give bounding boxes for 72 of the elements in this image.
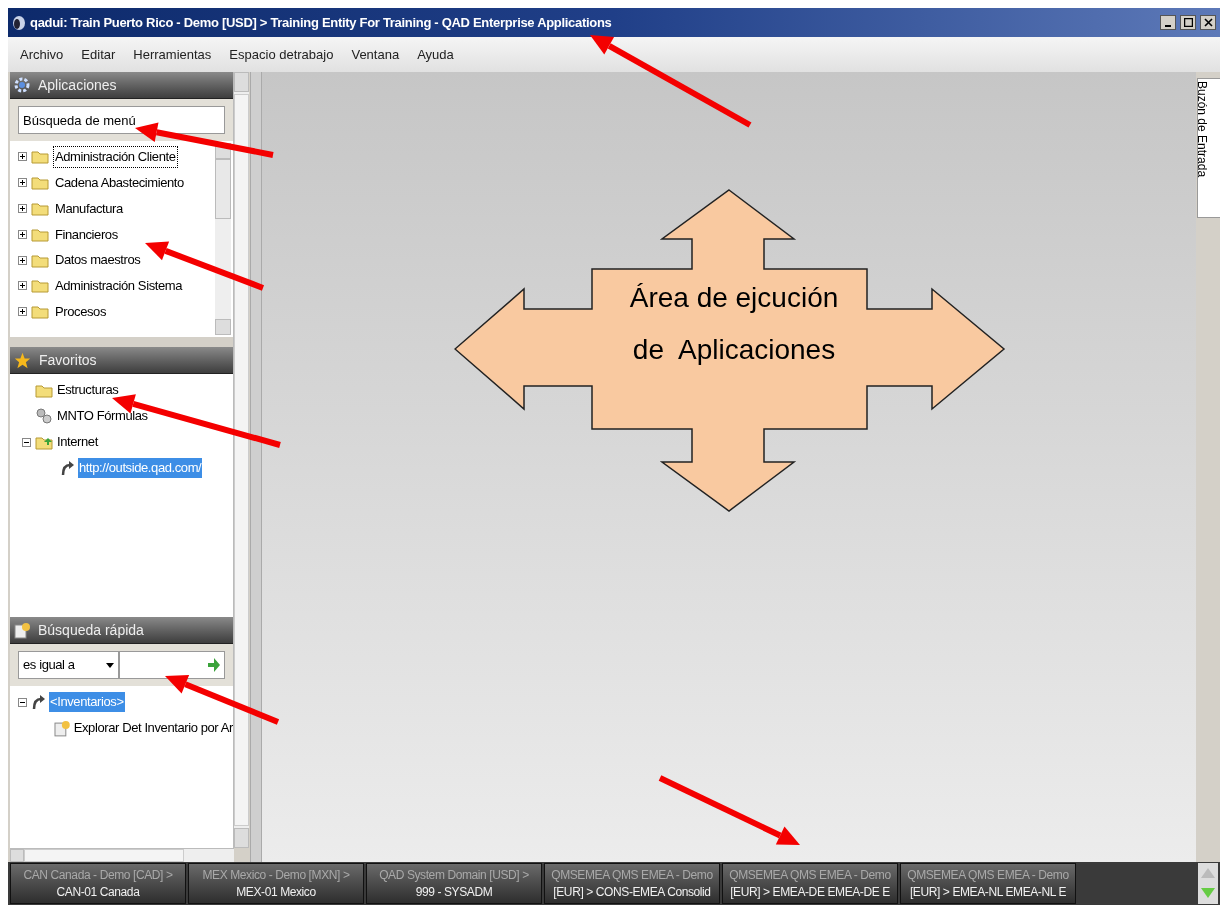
- gears-icon: [35, 408, 53, 424]
- folder-icon: [31, 175, 49, 191]
- expand-icon[interactable]: [18, 152, 27, 162]
- favorite-item[interactable]: Internet: [57, 432, 98, 452]
- tree-item[interactable]: Procesos: [53, 300, 108, 323]
- window-title: qadui: Train Puerto Rico - Demo [USD] > Training Entity For Training - QAD Enterprise Applications: [30, 13, 612, 32]
- go-arrow-icon: [208, 658, 220, 672]
- panel-title: Favoritos: [39, 350, 97, 370]
- open-folder-icon: [35, 434, 53, 450]
- expand-icon[interactable]: [18, 255, 27, 265]
- workspace-label: Área de ejcución: [629, 281, 839, 315]
- tree-item[interactable]: Administración Sistema: [53, 275, 185, 297]
- minimize-icon: [1165, 25, 1171, 27]
- menu-item[interactable]: Archivo: [20, 44, 64, 65]
- scrollbar-thumb[interactable]: [215, 159, 231, 219]
- collapse-icon[interactable]: [18, 697, 27, 707]
- taskbar-button[interactable]: QMSEMEA QMS EMEA - Demo [EUR] > CONS-EMEA Consolid: [544, 863, 720, 904]
- minimize-button[interactable]: [1160, 15, 1176, 30]
- star-icon: [14, 351, 31, 369]
- taskbar-button[interactable]: QAD System Domain [USD] > 999 - SYSADM: [366, 863, 542, 904]
- folder-icon: [31, 149, 49, 165]
- menu-item[interactable]: Ayuda: [417, 44, 454, 65]
- splitter-bar[interactable]: [250, 72, 262, 862]
- folder-icon: [31, 304, 49, 320]
- menu-search-field[interactable]: Búsqueda de menú: [18, 106, 225, 134]
- curved-arrow-icon: [31, 694, 45, 710]
- quick-search-field[interactable]: [119, 651, 225, 679]
- expand-icon[interactable]: [18, 281, 27, 291]
- taskbar-button[interactable]: QMSEMEA QMS EMEA - Demo [EUR] > EMEA-DE EMEA-DE E: [722, 863, 898, 904]
- menu-item[interactable]: Herramientas: [133, 44, 212, 65]
- menu-item[interactable]: Espacio detrabajo: [229, 44, 334, 65]
- menu-item[interactable]: Ventana: [351, 44, 400, 65]
- tree-item[interactable]: Cadena Abastecimiento: [53, 171, 186, 194]
- tree-item[interactable]: Manufactura: [53, 197, 125, 220]
- folder-icon: [31, 226, 49, 242]
- vertical-scrollbar[interactable]: [215, 143, 231, 335]
- collapse-icon[interactable]: [22, 437, 31, 447]
- tree-item[interactable]: Datos maestros: [53, 249, 143, 271]
- taskbar-button[interactable]: MEX Mexico - Demo [MXN] > MEX-01 Mexico: [188, 863, 364, 904]
- maximize-icon: [1183, 18, 1193, 27]
- scrollbar-thumb[interactable]: [24, 849, 184, 862]
- gear-icon: [14, 77, 30, 93]
- inbox-tab[interactable]: Buzón de Entrada: [1197, 78, 1220, 218]
- result-item[interactable]: Explorar Det Inventario por Ar: [73, 718, 233, 738]
- favorite-item[interactable]: Estructuras: [57, 380, 119, 400]
- menu-item[interactable]: Editar: [81, 44, 116, 65]
- panel-title: Búsqueda rápida: [38, 620, 144, 640]
- panel-title: Aplicaciones: [38, 75, 117, 95]
- expand-icon[interactable]: [18, 178, 27, 188]
- folder-icon: [31, 201, 49, 216]
- workspace-label: de Aplicaciones: [632, 333, 836, 367]
- document-icon: [54, 719, 70, 737]
- app-icon: [12, 14, 26, 31]
- expand-icon[interactable]: [18, 229, 27, 239]
- close-button[interactable]: [1200, 15, 1216, 30]
- curved-arrow-icon: [60, 460, 74, 476]
- dropdown-caret-icon: [106, 662, 114, 668]
- folder-icon: [35, 382, 53, 398]
- taskbar-button[interactable]: CAN Canada - Demo [CAD] > CAN-01 Canada: [10, 863, 186, 904]
- operator-dropdown[interactable]: es igual a: [18, 651, 119, 679]
- tree-item[interactable]: Administración Cliente: [53, 146, 178, 168]
- horizontal-scrollbar[interactable]: [10, 848, 234, 862]
- expand-icon[interactable]: [18, 307, 27, 317]
- close-icon: [1203, 18, 1213, 27]
- tree-item[interactable]: Financieros: [53, 223, 120, 246]
- expand-icon[interactable]: [18, 204, 27, 213]
- maximize-button[interactable]: [1180, 15, 1196, 30]
- favorite-item[interactable]: MNTO Fórmulas: [57, 406, 148, 426]
- document-icon: [14, 621, 30, 639]
- folder-icon: [31, 252, 49, 268]
- folder-icon: [31, 278, 49, 294]
- taskbar-button[interactable]: QMSEMEA QMS EMEA - Demo [EUR] > EMEA-NL EMEA-NL E: [900, 863, 1076, 904]
